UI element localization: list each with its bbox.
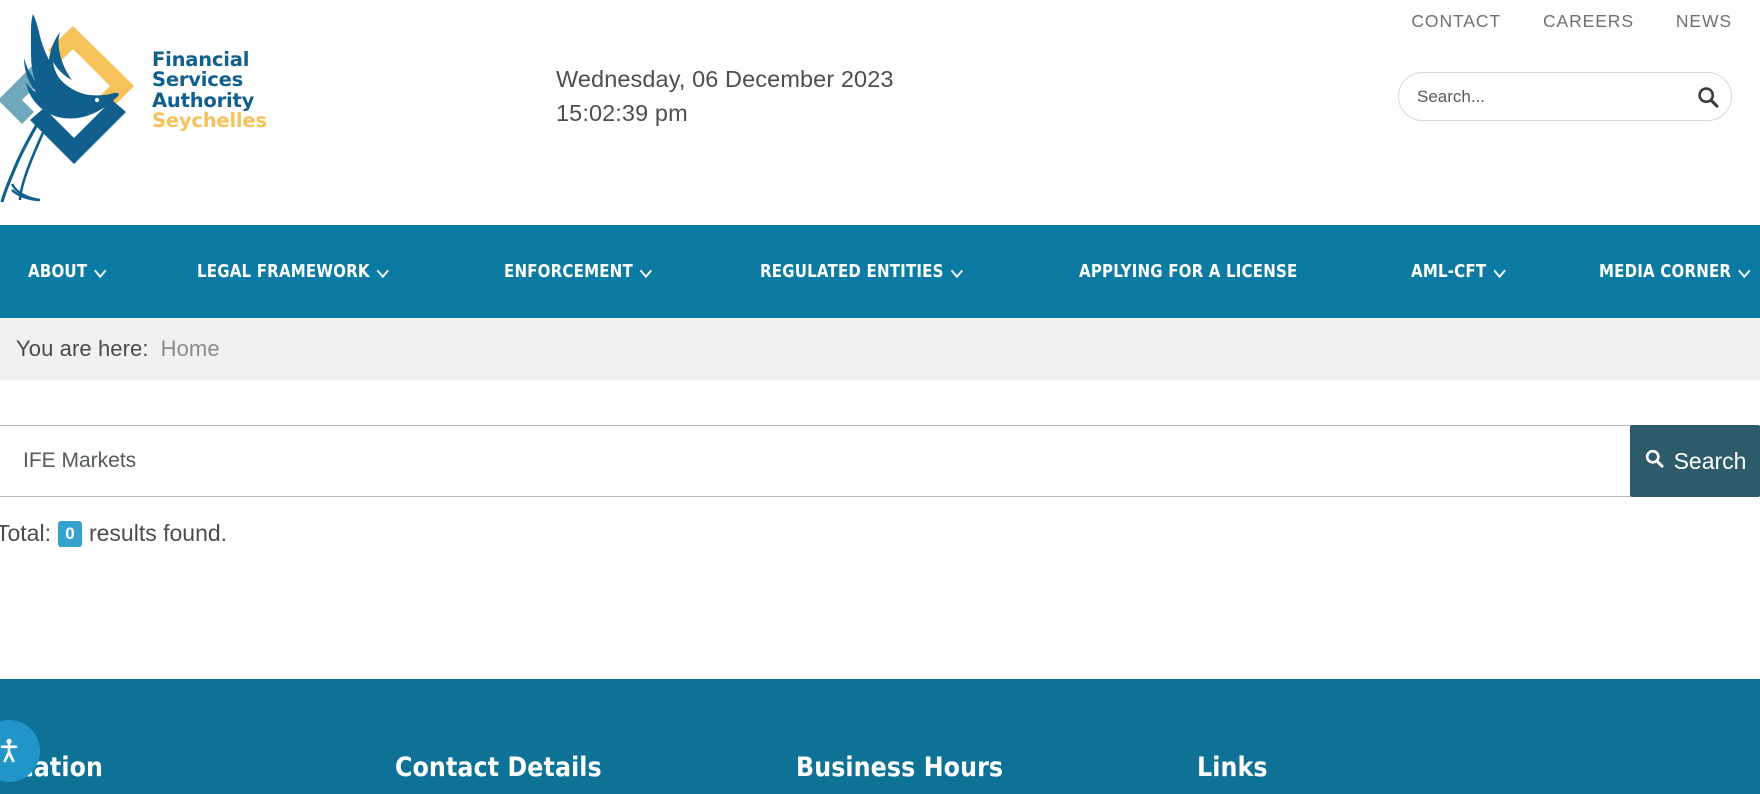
top-link-news[interactable]: NEWS [1676,11,1732,32]
site-footer: Location Contact Details Business Hours … [0,679,1760,794]
site-search-field[interactable] [0,425,1630,497]
nav-item-regulated-entities-label: REGULATED ENTITIES [759,261,944,282]
search-icon [1644,448,1665,475]
nav-item-applying-for-a-license-label: APPLYING FOR A LICENSE [1079,261,1298,282]
nav-item-media-corner[interactable]: MEDIA CORNER [1599,262,1750,282]
site-logo[interactable]: Financial Services Authority Seychelles [0,8,270,203]
top-utility-links: CONTACT CAREERS NEWS [1411,11,1732,32]
results-count-badge: 0 [57,520,82,547]
top-link-contact[interactable]: CONTACT [1411,11,1501,32]
chevron-down-icon [951,265,962,278]
chevron-down-icon [640,265,651,278]
nav-item-enforcement-label: ENFORCEMENT [503,261,633,282]
nav-item-legal-framework[interactable]: LEGAL FRAMEWORK [197,262,389,282]
nav-item-media-corner-label: MEDIA CORNER [1598,261,1731,282]
footer-heading-links: Links [1197,752,1268,783]
footer-heading-contact-details: Contact Details [395,752,602,783]
search-icon[interactable] [1685,85,1731,109]
nav-item-enforcement[interactable]: ENFORCEMENT [504,262,652,282]
flying-bird-diamond-logo-icon [0,8,150,203]
header-search-input[interactable] [1399,86,1685,107]
nav-item-about[interactable]: ABOUT [28,262,106,282]
chevron-down-icon [377,265,388,278]
chevron-down-icon [1494,265,1505,278]
results-total: Total: 0 results found. [0,520,227,547]
logo-line-seychelles: Seychelles [152,108,267,132]
header-time: 15:02:39 pm [556,100,688,127]
nav-item-regulated-entities[interactable]: REGULATED ENTITIES [760,262,963,282]
chevron-down-icon [1739,265,1750,278]
nav-item-legal-framework-label: LEGAL FRAMEWORK [196,261,370,282]
search-submit-button[interactable]: Search [1630,425,1760,497]
nav-item-about-label: ABOUT [28,261,88,282]
header-search-box[interactable] [1398,72,1732,121]
logo-line-services: Services [152,68,244,92]
header-datetime: Wednesday, 06 December 2023 15:02:39 pm [556,62,894,130]
search-submit-label: Search [1673,447,1747,474]
logo-line-financial: Financial [152,48,250,71]
breadcrumb-label: You are here: [16,336,149,361]
nav-item-aml-cft[interactable]: AML-CFT [1411,262,1505,282]
footer-columns: Location Contact Details Business Hours … [0,679,1760,794]
site-search-input[interactable] [0,449,1630,473]
main-navigation: ABOUT LEGAL FRAMEWORK ENFORCEMENT REGULA… [0,225,1760,318]
main-content: Search Total: 0 results found. [0,380,1760,679]
breadcrumb-item-home[interactable]: Home [161,336,220,362]
header-date: Wednesday, 06 December 2023 [556,66,894,92]
nav-item-aml-cft-label: AML-CFT [1411,261,1487,282]
logo-wordmark: Financial Services Authority Seychelles [152,48,267,132]
chevron-down-icon [95,265,106,278]
footer-heading-business-hours: Business Hours [796,752,1004,783]
results-total-suffix: results found. [88,520,228,546]
results-total-prefix: Total: [0,520,51,546]
logo-line-authority: Authority [152,88,255,112]
site-header: Financial Services Authority Seychelles … [0,0,1760,225]
site-search-form: Search [0,425,1760,497]
top-link-careers[interactable]: CAREERS [1543,11,1634,32]
nav-item-applying-for-a-license[interactable]: APPLYING FOR A LICENSE [1079,262,1297,282]
breadcrumb: You are here: Home [0,318,1760,380]
